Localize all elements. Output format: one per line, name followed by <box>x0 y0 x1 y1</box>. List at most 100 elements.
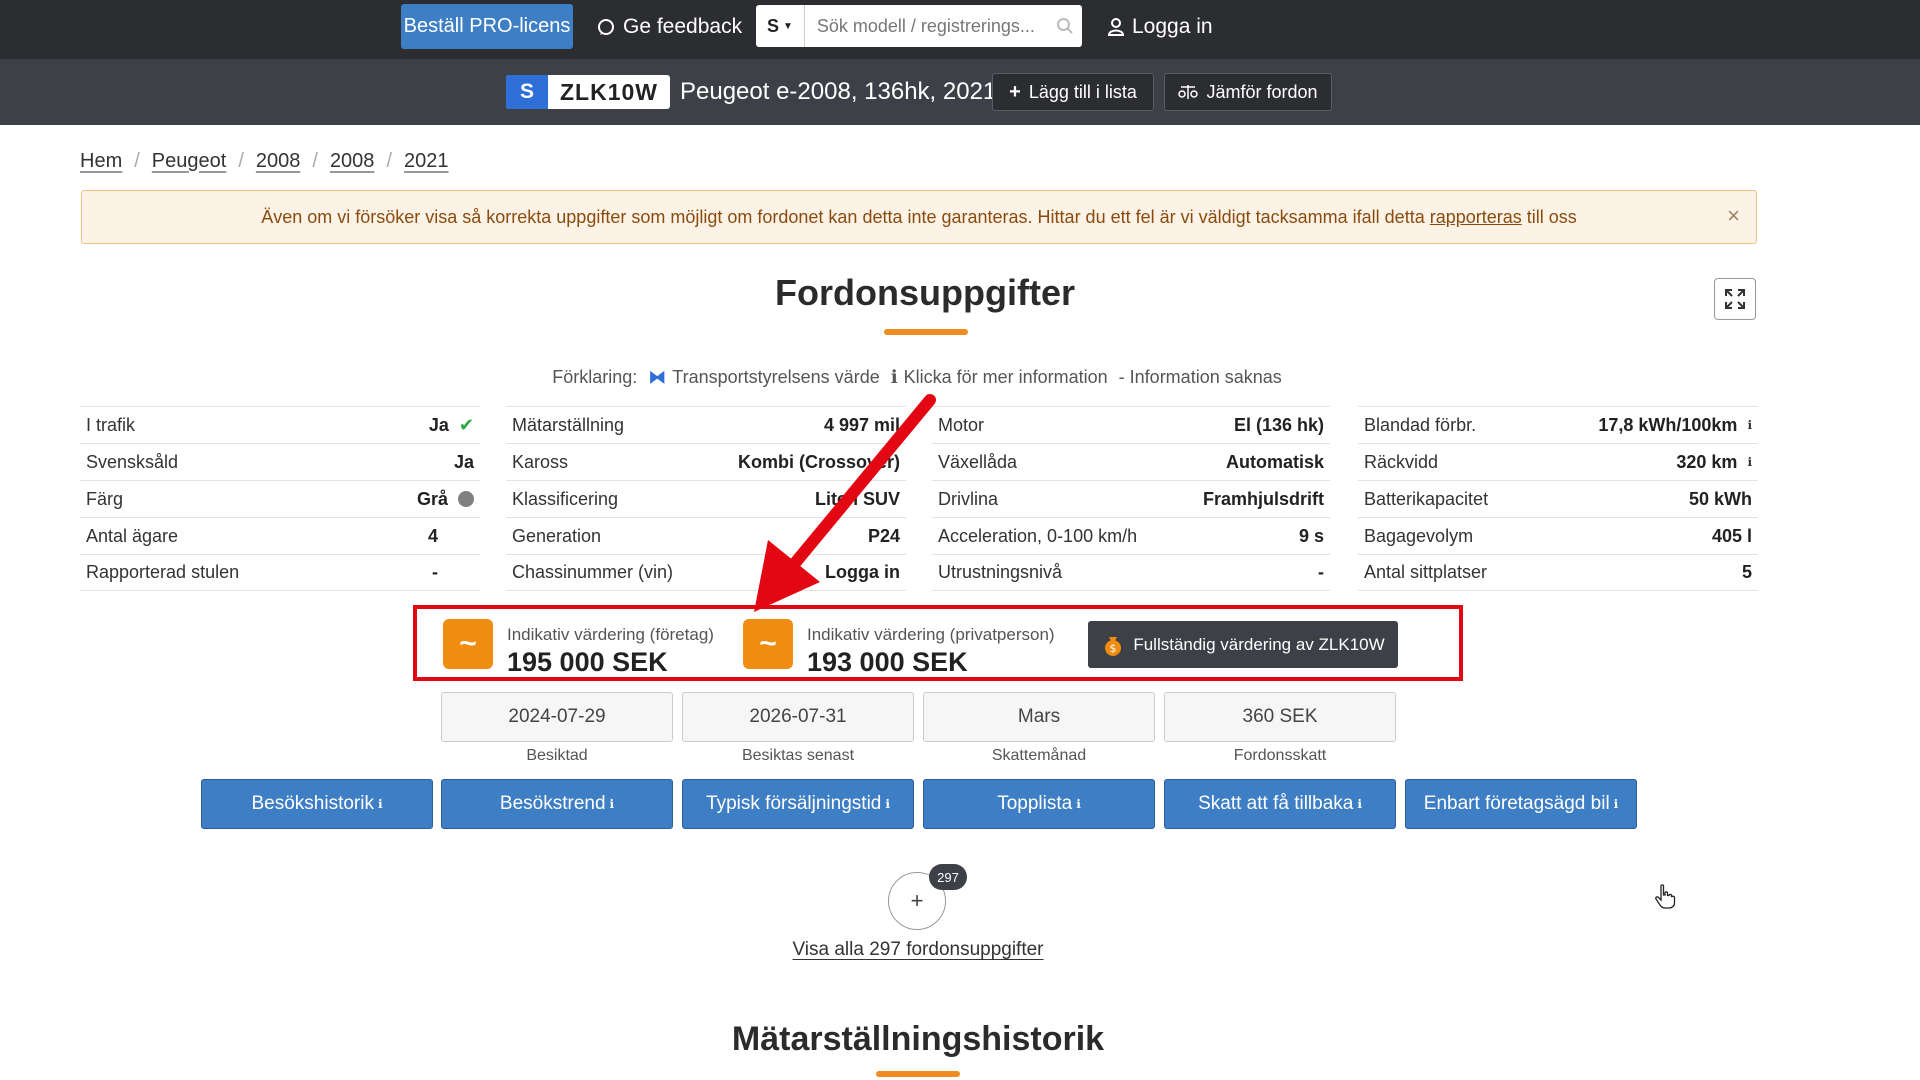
expand-icon <box>1725 289 1745 309</box>
private-valuation-amount: 193 000 SEK <box>807 647 968 677</box>
show-all-label: Visa alla 297 fordonsuppgifter <box>792 939 1044 960</box>
breadcrumb-submodel[interactable]: 2008 <box>330 150 375 173</box>
add-to-list-button[interactable]: + Lägg till i lista <box>992 73 1154 111</box>
show-all-link[interactable]: Visa alla 297 fordonsuppgifter <box>0 939 1836 961</box>
search-input[interactable] <box>804 5 1049 47</box>
search-type-select[interactable]: S ▼ <box>756 5 805 47</box>
row-label: Kaross <box>512 451 569 472</box>
breadcrumb-separator: / <box>238 149 244 172</box>
info-icon[interactable]: ℹ <box>1747 455 1752 469</box>
data-row: Växellåda Automatisk <box>932 443 1330 480</box>
legend: Förklaring: ⧓ Transportstyrelsens värde ℹ… <box>0 367 1834 388</box>
fullscreen-button[interactable] <box>1714 278 1756 320</box>
user-icon <box>1108 17 1124 36</box>
plate-country: S <box>506 75 548 109</box>
breadcrumb-home[interactable]: Hem <box>80 150 122 173</box>
data-row: Drivlina Framhjulsdrift <box>932 480 1330 517</box>
button-label: Typisk försäljningstid <box>706 793 882 814</box>
row-label: Batterikapacitet <box>1364 488 1489 509</box>
row-label: Chassinummer (vin) <box>512 562 674 582</box>
company-valuation-amount: 195 000 SEK <box>507 647 668 677</box>
visit-trend-button[interactable]: Besökstrend ℹ <box>441 779 673 829</box>
vehicle-tax: 360 SEK <box>1164 692 1396 742</box>
breadcrumb-make[interactable]: Peugeot <box>152 150 227 173</box>
next-inspection-caption: Besiktas senast <box>741 747 855 764</box>
row-label: Drivlina <box>938 488 999 509</box>
check-icon: ✔ <box>458 414 474 435</box>
row-value: Grå <box>416 488 448 509</box>
company-owned-button[interactable]: Enbart företagsägd bil ℹ <box>1405 779 1637 829</box>
data-row: I trafik Ja ✔ <box>80 406 480 443</box>
tax-refund-button[interactable]: Skatt att få tillbaka ℹ <box>1164 779 1396 829</box>
data-row: Batterikapacitet 50 kWh <box>1358 480 1758 517</box>
button-label: Topplista <box>997 793 1073 814</box>
row-label: Acceleration, 0-100 km/h <box>938 525 1138 546</box>
search-icon[interactable] <box>1049 5 1082 47</box>
count-badge: 297 <box>929 864 967 890</box>
info-icon: ℹ <box>1613 797 1619 811</box>
row-label: Bagagevolym <box>1364 525 1474 546</box>
vehicle-tax-caption: Fordonsskatt <box>1233 747 1327 764</box>
row-value: 405 l <box>1711 525 1752 546</box>
row-value: El (136 hk) <box>1233 414 1324 435</box>
color-swatch <box>458 491 474 507</box>
data-row: Utrustningsnivå - <box>932 554 1330 591</box>
title-underline <box>884 329 968 335</box>
row-label: Klassificering <box>512 488 619 509</box>
row-value: - <box>432 562 438 582</box>
row-value: 5 <box>1741 562 1752 582</box>
transport-agency-icon: ⧓ <box>648 367 667 387</box>
breadcrumb-model[interactable]: 2008 <box>256 150 301 173</box>
data-row: Antal sittplatser 5 <box>1358 554 1758 591</box>
row-value: 4 <box>427 525 438 546</box>
info-icon[interactable]: ℹ <box>1747 418 1752 432</box>
breadcrumb-separator: / <box>312 149 318 172</box>
breadcrumb-separator: / <box>386 149 392 172</box>
full-valuation-label: Fullständig värdering av ZLK10W <box>1133 634 1385 654</box>
chat-icon <box>598 18 614 35</box>
info-icon: ℹ <box>885 797 890 811</box>
row-value: Automatisk <box>1225 451 1324 472</box>
data-row: Bagagevolym 405 l <box>1358 517 1758 554</box>
full-valuation-button[interactable]: $ Fullständig värdering av ZLK10W <box>1088 621 1398 668</box>
data-row: Färg Grå <box>80 480 480 517</box>
feedback-link[interactable]: Ge feedback <box>597 4 742 49</box>
valuation-icon: ~ <box>743 619 793 669</box>
annotation-arrow <box>754 394 936 612</box>
data-column-1: I trafik Ja ✔ Svensksåld Ja Färg Grå Antal ä… <box>80 406 480 591</box>
visit-history-button[interactable]: Besökshistorik ℹ <box>201 779 433 829</box>
legend-item-info: Klicka för mer information <box>903 367 1108 387</box>
data-row: Räckvidd 320 km ℹ <box>1358 443 1758 480</box>
inspected-date: 2024-07-29 <box>441 692 673 742</box>
balance-scale-icon <box>1178 85 1199 99</box>
row-value: 320 km <box>1676 451 1738 472</box>
order-pro-button[interactable]: Beställ PRO-licens <box>401 4 573 49</box>
search-bar: S ▼ <box>756 5 1082 47</box>
valuation-icon: ~ <box>443 619 493 669</box>
valuation-box: ~ Indikativ värdering (företag) 195 000 … <box>413 605 1463 681</box>
breadcrumb-separator: / <box>134 149 140 172</box>
toplist-button[interactable]: Topplista ℹ <box>923 779 1155 829</box>
legend-prefix: Förklaring: <box>552 367 638 387</box>
compare-button[interactable]: Jämför fordon <box>1164 73 1332 111</box>
login-label: Logga in <box>1132 14 1213 38</box>
login-link[interactable]: Logga in <box>1108 4 1213 49</box>
breadcrumb-year[interactable]: 2021 <box>404 150 449 173</box>
top-navbar: Beställ PRO-licens Ge feedback S ▼ Logga… <box>0 0 1920 59</box>
vehicle-bar: S ZLK10W Peugeot e-2008, 136hk, 2021 + L… <box>0 59 1920 125</box>
data-column-3: Motor El (136 hk) Växellåda Automatisk Dri… <box>932 406 1330 591</box>
report-link[interactable]: rapporteras <box>1430 207 1522 228</box>
row-label: I trafik <box>86 414 136 435</box>
vehicle-title: Peugeot e-2008, 136hk, 2021 <box>680 78 997 105</box>
caret-down-icon: ▼ <box>782 20 793 32</box>
row-label: Antal sittplatser <box>1364 562 1488 582</box>
feedback-label: Ge feedback <box>623 14 743 38</box>
sales-time-button[interactable]: Typisk försäljningstid ℹ <box>682 779 914 829</box>
plus-icon: + <box>1009 80 1021 103</box>
title-underline <box>876 1071 960 1077</box>
button-label: Besökshistorik <box>251 793 374 814</box>
info-icon: ℹ <box>609 797 615 811</box>
info-icon: ℹ <box>1357 797 1362 811</box>
hand-cursor-icon <box>1655 884 1676 909</box>
close-icon[interactable]: × <box>1727 203 1740 229</box>
